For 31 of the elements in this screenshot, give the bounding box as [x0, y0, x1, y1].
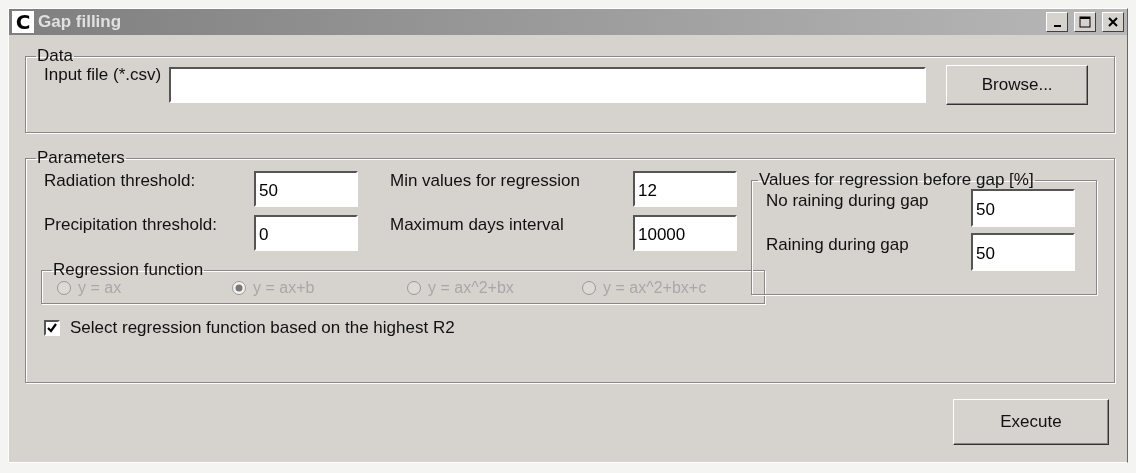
- field-label: Raining during gap: [766, 235, 910, 256]
- text-field[interactable]: 50: [971, 189, 1075, 227]
- app-icon: C: [12, 11, 34, 33]
- field-label: Radiation threshold:: [44, 171, 197, 191]
- check-icon: [47, 323, 57, 333]
- text-field[interactable]: 10000: [633, 215, 737, 251]
- window-title: Gap filling: [38, 12, 123, 32]
- close-button[interactable]: [1102, 12, 1124, 32]
- minimize-button[interactable]: [1046, 12, 1068, 32]
- text-field[interactable]: 50: [254, 171, 358, 207]
- input-field[interactable]: [169, 67, 927, 103]
- text-field[interactable]: 50: [971, 233, 1075, 271]
- group-title: Values for regression before gap [%]: [758, 171, 1035, 189]
- text-field[interactable]: 0: [254, 215, 358, 251]
- maximize-icon: [1079, 16, 1091, 28]
- field-label: Maximum days interval: [390, 215, 565, 235]
- field-label: No raining during gap: [766, 191, 930, 212]
- minimize-icon: [1053, 25, 1061, 27]
- checkbox-label: Select regression function based on the highest R2: [70, 318, 455, 338]
- browse-button[interactable]: Browse...: [946, 65, 1089, 105]
- checkbox[interactable]: [44, 320, 60, 336]
- execute-button[interactable]: Execute: [953, 399, 1109, 445]
- close-icon: [1108, 17, 1118, 27]
- maximize-button[interactable]: [1074, 12, 1096, 32]
- group-title: Parameters: [36, 149, 126, 167]
- field-label: Input file (*.csv): [44, 65, 162, 85]
- text-field[interactable]: 12: [633, 171, 737, 207]
- field-label: Precipitation threshold:: [44, 215, 218, 235]
- group-title: Data: [36, 47, 74, 65]
- group-title: Regression function: [52, 261, 205, 279]
- field-label: Min values for regression: [390, 171, 581, 191]
